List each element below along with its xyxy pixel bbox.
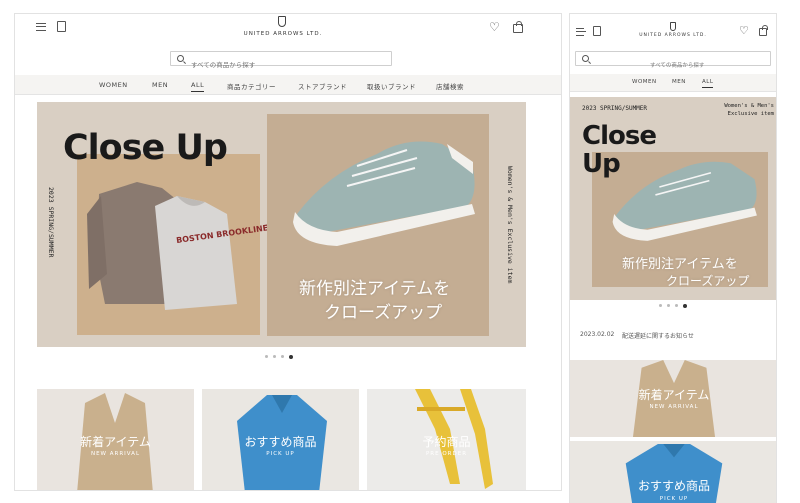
nav-all[interactable]: ALL [191, 81, 205, 92]
hero-title: Close Up [63, 128, 228, 168]
heart-icon[interactable]: ♡ [739, 25, 749, 37]
slide-dot-1[interactable] [659, 304, 662, 307]
menu-icon[interactable] [36, 23, 46, 31]
hero-title-line2: Up [582, 149, 621, 179]
hero-season: 2023 SPRING/SUMMER [582, 105, 648, 112]
hero-title-line1: Close [582, 121, 657, 151]
tile-new-arrival[interactable]: 新着アイテム NEW ARRIVAL [570, 360, 776, 437]
hero-exclusive-line2: Exclusive item [727, 111, 774, 117]
search-bar[interactable] [575, 51, 771, 73]
brand-logo[interactable]: UNITED ARROWS LTD. [228, 31, 338, 37]
tile-pick-up[interactable]: おすすめ商品 PICK UP [570, 441, 776, 503]
knitwear-photo: BOSTON BROOKLINE [77, 154, 269, 335]
tile-title: 予約商品 [422, 435, 471, 449]
tile-title: おすすめ商品 [637, 479, 710, 493]
store-icon[interactable] [593, 26, 601, 36]
mobile-view: UNITED ARROWS LTD. ♡ WOMEN MEN ALL 2023 … [569, 13, 777, 503]
tile-sub: NEW ARRIVAL [649, 404, 699, 410]
news-date: 2023.02.02 [580, 331, 615, 338]
knitwear-illustration [87, 182, 237, 310]
search-icon[interactable] [177, 55, 184, 62]
search-input[interactable] [576, 59, 770, 73]
slide-dot-2[interactable] [273, 355, 276, 358]
global-nav: WOMEN MEN ALL 商品カテゴリー ストアブランド 取扱いブランド 店舗… [15, 75, 561, 95]
hero-season: 2023 SPRING/SUMMER [47, 187, 55, 258]
slide-dot-3[interactable] [281, 355, 284, 358]
nav-store-search[interactable]: 店舗検索 [436, 81, 464, 91]
bag-icon[interactable] [513, 21, 523, 33]
brand-logo[interactable]: UNITED ARROWS LTD. [633, 33, 713, 38]
hero-banner[interactable]: BOSTON BROOKLINE Close Up 2023 SPRING/SU… [37, 102, 526, 347]
search-icon[interactable] [582, 55, 589, 62]
tile-new-arrival[interactable]: 新着アイテム NEW ARRIVAL [37, 389, 194, 490]
slide-dot-1[interactable] [265, 355, 268, 358]
nav-men[interactable]: MEN [672, 79, 686, 85]
tile-pick-up[interactable]: おすすめ商品 PICK UP [202, 389, 359, 490]
slide-dot-3[interactable] [675, 304, 678, 307]
tile-sub: PICK UP [659, 496, 689, 502]
logo-mark [278, 16, 286, 27]
tile-title: おすすめ商品 [244, 435, 317, 449]
hero-banner[interactable]: 2023 SPRING/SUMMER Women's & Men's Exclu… [570, 97, 776, 300]
nav-brands[interactable]: 取扱いブランド [367, 81, 416, 91]
nav-men[interactable]: MEN [152, 81, 168, 89]
store-icon[interactable] [57, 21, 66, 32]
hero-exclusive-line1: Women's & Men's [724, 103, 774, 109]
nav-women[interactable]: WOMEN [632, 79, 657, 85]
hero-jp-line1: 新作別注アイテムを [622, 257, 738, 272]
slide-dot-2[interactable] [667, 304, 670, 307]
hero-jp-line2: クローズアップ [666, 274, 750, 288]
tile-sub: PICK UP [266, 451, 295, 457]
hero-exclusive: Women's & Men's Exclusive item [506, 166, 514, 284]
tile-title: 新着アイテム [80, 435, 151, 449]
hero-jp-line1: 新作別注アイテムを [299, 279, 451, 299]
search-input[interactable] [171, 58, 391, 72]
tile-sub: NEW ARRIVAL [90, 451, 141, 457]
slide-dot-4[interactable] [683, 303, 687, 308]
global-nav: WOMEN MEN ALL [570, 74, 776, 92]
logo-mark [670, 22, 676, 31]
hero-jp-line2: クローズアップ [324, 303, 443, 323]
nav-store-brand[interactable]: ストアブランド [298, 81, 347, 91]
slide-dot-4[interactable] [289, 354, 293, 359]
slide-indicator [659, 303, 687, 308]
nav-all[interactable]: ALL [702, 79, 714, 88]
desktop-view: UNITED ARROWS LTD. ♡ WOMEN MEN ALL 商品カテゴ… [14, 13, 562, 491]
bag-icon[interactable] [759, 25, 768, 36]
search-bar[interactable] [170, 51, 392, 72]
tile-title: 新着アイテム [638, 388, 710, 402]
news-link[interactable]: 配送遅延に関するお知らせ [622, 331, 694, 340]
nav-category[interactable]: 商品カテゴリー [227, 81, 276, 91]
tile-sub: PRE ORDER [425, 451, 468, 457]
menu-icon[interactable] [576, 28, 586, 36]
tile-pre-order[interactable]: 予約商品 PRE ORDER [367, 389, 526, 490]
slide-indicator [265, 354, 293, 359]
heart-icon[interactable]: ♡ [489, 21, 500, 33]
nav-women[interactable]: WOMEN [99, 81, 128, 89]
